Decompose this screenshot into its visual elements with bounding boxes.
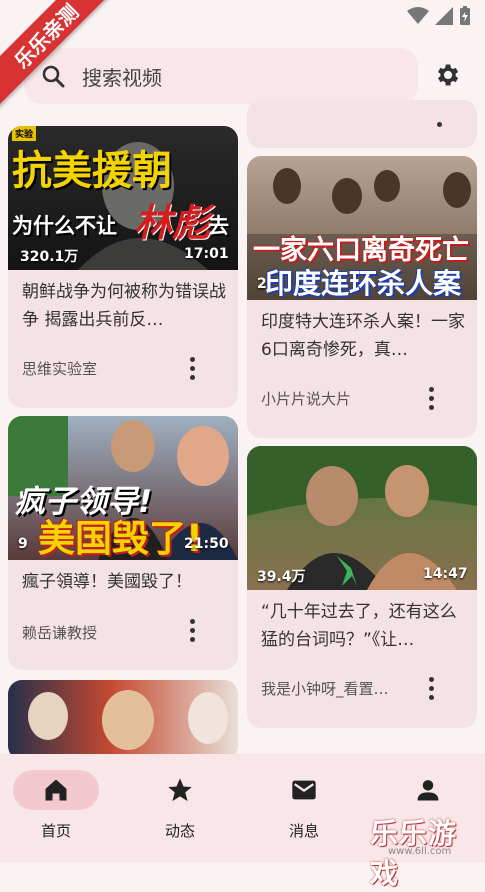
duration: 21:50 [184,536,229,552]
video-author[interactable]: 赖岳谦教授 [22,622,97,643]
wifi-icon [407,7,429,24]
view-count: 2 [257,276,267,292]
gear-icon[interactable] [433,61,461,89]
video-title[interactable]: 瘋子領導！美國毀了！ [22,568,226,596]
video-card[interactable]: 疯子领导! 美国毁了! 9 21:50 瘋子領導！美國毀了！ 赖岳谦教授 [8,416,238,670]
nav-label: 动态 [164,822,195,840]
more-vert-icon[interactable] [182,354,202,382]
thumbnail-figure [28,690,228,750]
battery-icon [460,6,470,25]
more-vert-icon[interactable] [182,616,202,644]
search-icon[interactable] [40,63,66,89]
more-vert-icon[interactable] [421,384,441,412]
mail-icon[interactable] [290,776,318,804]
nav-label: 首页 [40,822,71,840]
video-title[interactable]: “几十年过去了，还有这么猛的台词吗？”《让… [261,598,465,654]
view-count: 320.1万 [20,249,79,265]
more-vert-icon[interactable] [421,674,441,702]
video-author[interactable]: 我是小钟呀_看置… [261,678,389,699]
thumbnail-headline: 抗美援朝 [12,148,172,194]
thumbnail-subline: 印度连环杀人案 [265,267,462,300]
view-count: 9 [18,536,28,552]
star-icon[interactable] [166,776,194,804]
thumbnail-subline: 美国毁了! [38,517,203,560]
thumbnail-end-text: 去 [208,214,229,238]
nav-label: 消息 [288,822,319,840]
view-count: 39.4万 [257,569,306,585]
thumbnail-subline: 为什么不让 [12,214,117,238]
video-author[interactable]: 思维实验室 [22,358,97,379]
watermark-url: www.6ll.com [388,846,452,857]
video-card[interactable]: 实验 抗美援朝 为什么不让 林彪 去 320.1万 17:01 朝鲜战争为何被称… [8,126,238,408]
video-title[interactable]: 印度特大连环杀人案！一家6口离奇惨死，真… [261,308,465,364]
video-card[interactable]: 一家六口离奇死亡 印度连环杀人案 2 印度特大连环杀人案！一家6口离奇惨死，真…… [247,156,477,438]
search-input[interactable]: 搜索视频 [82,62,162,91]
signal-icon [435,7,453,25]
video-card[interactable] [8,680,238,760]
video-author[interactable]: 小片片说大片 [261,388,351,409]
nav-item-messages[interactable]: 消息 [261,770,351,840]
duration: 14:47 [423,566,468,582]
nav-item-activity[interactable]: 动态 [137,770,227,840]
video-thumbnail[interactable]: 实验 抗美援朝 为什么不让 林彪 去 320.1万 17:01 [8,126,238,270]
video-thumbnail[interactable]: 一家六口离奇死亡 印度连环杀人案 2 [247,156,477,300]
person-icon[interactable] [414,776,442,804]
video-card[interactable]: 39.4万 14:47 “几十年过去了，还有这么猛的台词吗？”《让… 我是小钟呀… [247,446,477,728]
more-vert-icon[interactable] [429,110,449,138]
home-icon[interactable] [42,776,70,804]
thumbnail-red-text: 林彪 [134,201,211,245]
video-thumbnail[interactable]: 疯子领导! 美国毁了! 9 21:50 [8,416,238,560]
nav-item-home[interactable]: 首页 [13,770,103,840]
video-title[interactable]: 朝鲜战争为何被称为错误战争 揭露出兵前反… [22,278,226,334]
settings-button[interactable] [430,58,464,92]
video-thumbnail[interactable] [8,680,238,760]
video-thumbnail[interactable]: 39.4万 14:47 [247,446,477,590]
duration: 17:01 [184,246,229,262]
video-card-partial[interactable] [247,100,477,148]
search-bar[interactable]: 搜索视频 [24,48,418,104]
